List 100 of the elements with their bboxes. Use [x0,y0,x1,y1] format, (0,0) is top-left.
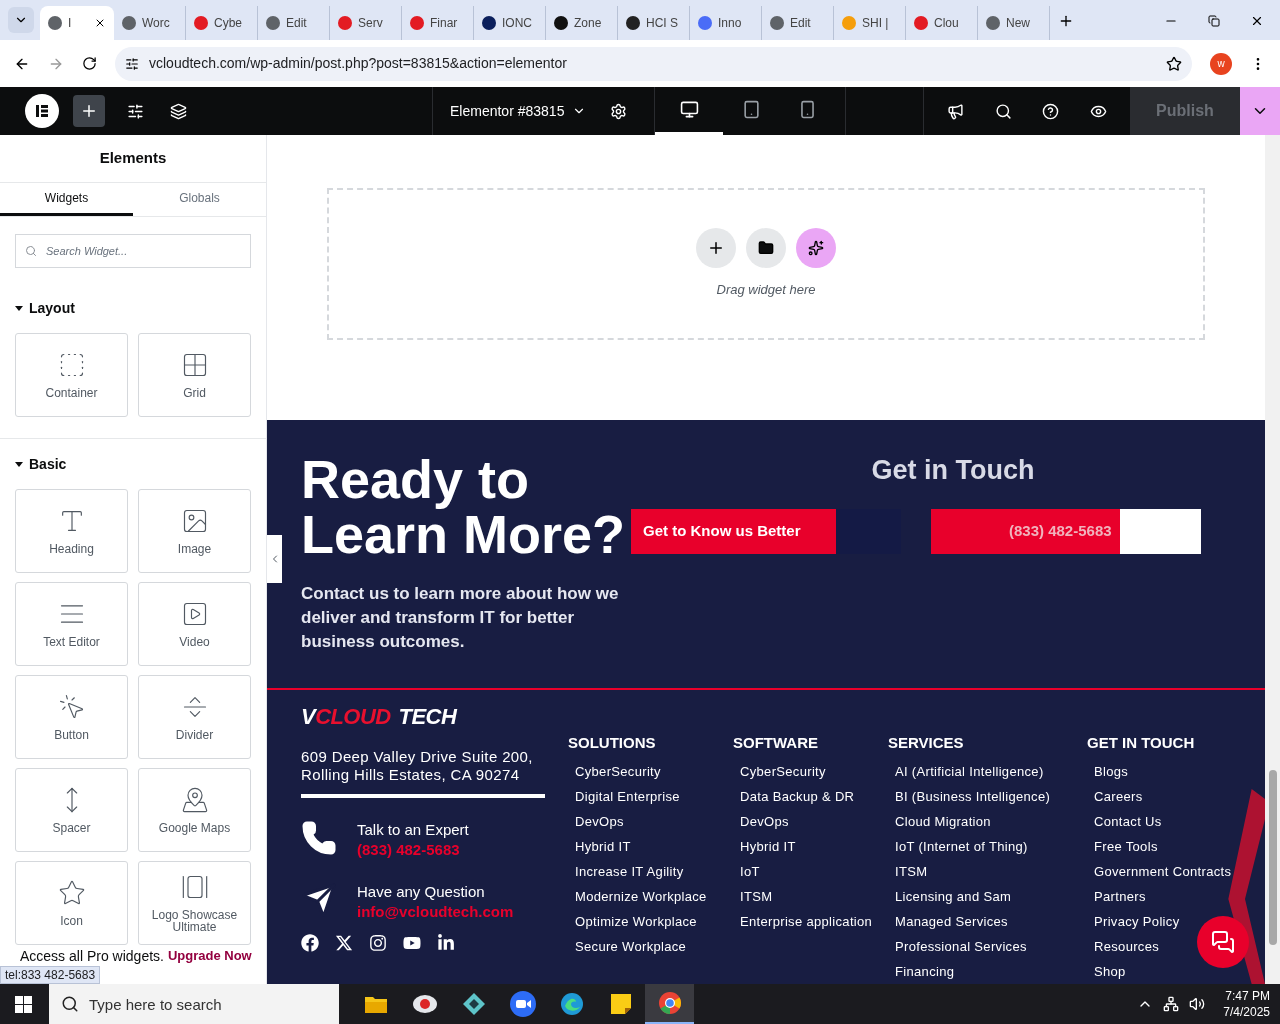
footer-link[interactable]: Professional Services [895,939,1027,954]
footer-link[interactable]: Modernize Workplace [575,889,707,904]
footer-link[interactable]: BI (Business Intelligence) [895,789,1051,804]
elementor-logo-icon[interactable] [25,94,59,128]
section-header[interactable]: Basic [15,454,67,475]
footer-link[interactable]: Cloud Migration [895,814,991,829]
chrome-app-icon[interactable] [657,991,682,1015]
diamond-app-icon[interactable] [461,992,486,1016]
document-menu-button[interactable]: Elementor #83815 [450,100,587,122]
footer-link[interactable]: ITSM [740,889,773,904]
widget-tile[interactable]: Icon [15,861,128,945]
browser-app-icon[interactable] [559,992,584,1016]
bookmark-icon[interactable] [1166,55,1182,72]
search-widget-field[interactable]: Search Widget... [15,234,251,268]
widget-tile[interactable]: Heading [15,489,128,573]
section-header[interactable]: Layout [15,298,75,319]
footer-link[interactable]: Resources [1094,939,1160,954]
upgrade-link[interactable]: Upgrade Now [167,948,252,964]
new-tab-icon[interactable] [1058,13,1074,29]
help-icon[interactable] [1042,102,1060,120]
footer-link[interactable]: Increase IT Agility [575,864,684,879]
footer-link[interactable]: Shop [1094,964,1126,979]
settings-sliders-icon[interactable] [127,102,144,120]
widget-tile[interactable]: Button [15,675,128,759]
footer-link[interactable]: Managed Services [895,914,1008,929]
footer-link[interactable]: Optimize Workplace [575,914,697,929]
sticky-notes-icon[interactable] [609,993,632,1015]
footer-link[interactable]: Free Tools [1094,839,1158,854]
footer-link[interactable]: Licensing and Sam [895,889,1012,904]
vcloud-logo[interactable]: VCLOUD TECH [301,703,545,731]
footer-link[interactable]: Hybrid IT [740,839,796,854]
search-icon[interactable] [994,102,1012,120]
close-window-icon[interactable] [1250,14,1264,28]
widget-tile[interactable]: Container [15,333,128,417]
windows-start-icon[interactable] [15,995,32,1013]
template-folder-button[interactable] [746,228,786,269]
layers-icon[interactable] [170,102,187,120]
widget-tile[interactable]: Spacer [15,768,128,852]
browser-tab[interactable]: I [40,6,114,40]
volume-icon[interactable] [1189,996,1206,1012]
drop-zone[interactable]: Drag widget here [327,188,1205,340]
footer-link[interactable]: CyberSecurity [575,764,661,779]
widget-tile[interactable]: Divider [138,675,251,759]
clock-time[interactable]: 7:47 PM [1225,988,1270,1004]
linkedin-icon[interactable] [437,934,455,952]
footer-link[interactable]: ITSM [895,864,928,879]
widget-tile[interactable]: Image [138,489,251,573]
footer-link[interactable]: Data Backup & DR [740,789,855,804]
tab-search-button[interactable] [8,7,34,33]
footer-link[interactable]: Government Contracts [1094,864,1232,879]
add-section-button[interactable] [696,228,736,269]
footer-link[interactable]: AI (Artificial Intelligence) [895,764,1044,779]
zoom-app-icon[interactable] [509,991,536,1017]
chat-button[interactable] [1197,916,1249,968]
footer-link[interactable]: CyberSecurity [740,764,826,779]
megaphone-icon[interactable] [947,102,965,120]
footer-link[interactable]: Financing [895,964,955,979]
footer-link[interactable]: Contact Us [1094,814,1162,829]
instagram-icon[interactable] [369,934,387,952]
panel-tab[interactable]: Widgets [0,183,133,216]
footer-link[interactable]: Digital Enterprise [575,789,680,804]
folder-app-icon[interactable] [363,994,388,1014]
site-info-icon[interactable] [125,56,139,71]
contact-label: Have any Question [357,882,486,902]
taskbar-app[interactable] [645,984,694,1024]
network-icon[interactable] [1163,996,1180,1012]
widget-tile[interactable]: Logo Showcase Ultimate [138,861,251,945]
profile-avatar[interactable]: w [1210,52,1232,75]
widget-tile[interactable]: Grid [138,333,251,417]
close-icon[interactable] [94,17,106,29]
scrollbar[interactable] [1265,135,1280,984]
settings-icon[interactable] [610,102,628,120]
footer-link[interactable]: IoT (Internet of Thing) [895,839,1028,854]
widget-tile[interactable]: Google Maps [138,768,251,852]
footer-link[interactable]: Enterprise application [740,914,873,929]
footer-link[interactable]: IoT [740,864,760,879]
ai-sparkle-button[interactable] [796,228,836,269]
contact-label: Talk to an Expert [357,820,469,840]
cta-button[interactable]: Get to Know us Better [631,508,901,554]
youtube-icon[interactable] [403,934,421,952]
facebook-icon[interactable] [301,934,319,952]
reload-icon[interactable] [82,56,97,71]
footer-link[interactable]: Secure Workplace [575,939,687,954]
widget-tile[interactable]: Video [138,582,251,666]
footer-link[interactable]: Privacy Policy [1094,914,1180,929]
taskbar-search-field[interactable]: Type here to search [49,984,339,1024]
x-icon[interactable] [335,934,353,952]
widget-tile[interactable]: Text Editor [15,582,128,666]
app-icon[interactable] [411,992,438,1016]
footer-link[interactable]: DevOps [575,814,624,829]
footer-link[interactable]: Careers [1094,789,1143,804]
footer-link[interactable]: Partners [1094,889,1146,904]
restore-icon[interactable] [1208,15,1220,27]
footer-link[interactable]: DevOps [740,814,789,829]
add-element-button[interactable] [73,95,105,127]
panel-tab[interactable]: Globals [133,183,266,216]
footer-link[interactable]: Hybrid IT [575,839,631,854]
clock-date[interactable]: 7/4/2025 [1223,1004,1270,1020]
address-field[interactable]: vcloudtech.com/wp-admin/post.php?post=83815&action=elementor [115,46,1192,81]
footer-link[interactable]: Blogs [1094,764,1129,779]
